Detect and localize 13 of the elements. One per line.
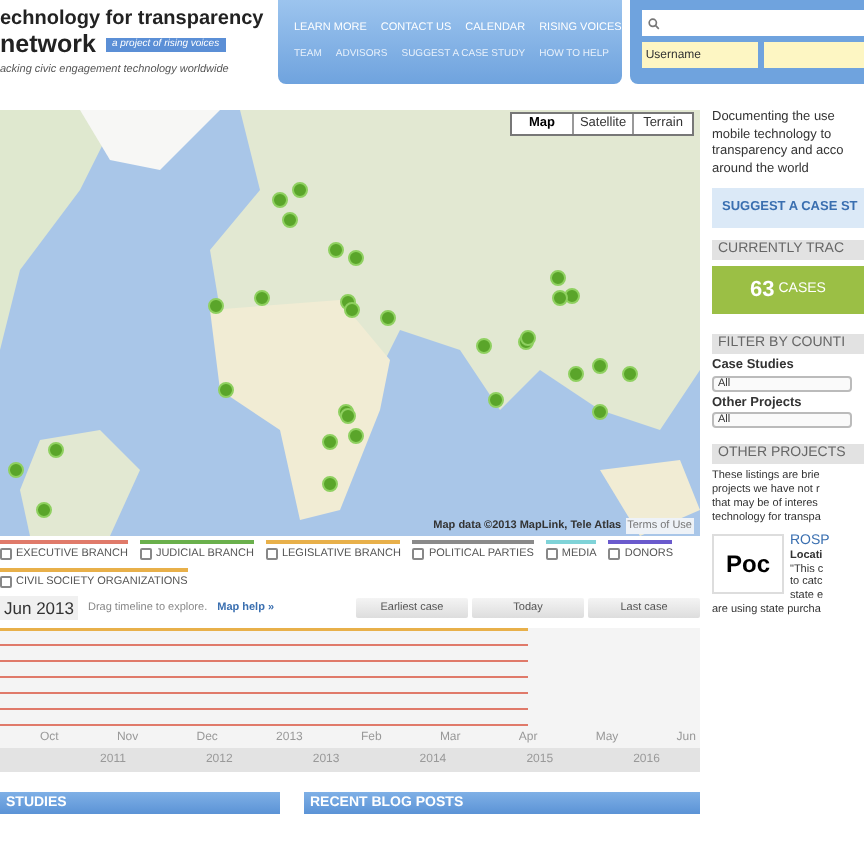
- sector-checkbox[interactable]: [412, 548, 425, 561]
- case-count: 63: [750, 281, 775, 299]
- sector-checkbox[interactable]: [608, 548, 621, 561]
- sector-checkbox[interactable]: [139, 548, 152, 561]
- sector-checkbox[interactable]: [545, 548, 558, 561]
- sector-checkbox[interactable]: [265, 548, 278, 561]
- search-icon: [647, 17, 660, 29]
- site-title: network: [0, 32, 96, 58]
- sector-checkbox[interactable]: [0, 576, 12, 589]
- timeline-date: Jun 2013: [0, 595, 78, 621]
- site-title: echnology for transparency: [0, 6, 266, 32]
- project-logo: Poc: [712, 534, 784, 594]
- sector-checkbox[interactable]: [0, 548, 12, 561]
